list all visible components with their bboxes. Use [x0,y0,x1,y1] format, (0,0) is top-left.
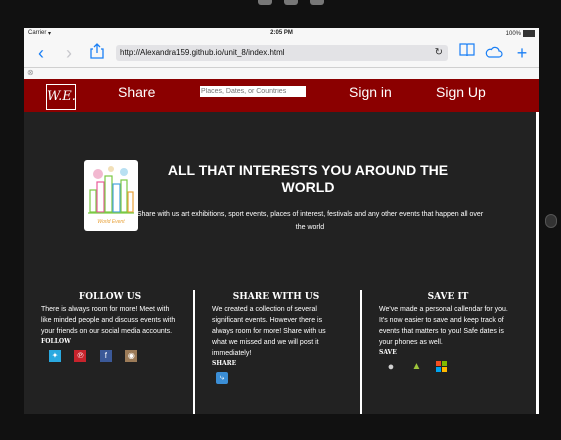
reload-icon[interactable]: ↻ [435,45,443,61]
screen: Carrier ▾ 2:05 PM 100% ‹ › http://Alexan… [24,28,539,414]
share-with-us-heading: SHARE WITH US [232,292,320,302]
browser-toolbar: ‹ › http://Alexandra159.github.io/unit_8… [24,39,539,68]
save-label: SAVE [379,349,397,356]
tab-strip: ⊗ [24,68,539,79]
follow-us-text: There is always room for more! Meet with… [41,306,176,335]
share-sheet-icon[interactable] [88,43,106,63]
status-bar: Carrier ▾ 2:05 PM 100% [24,28,539,39]
close-tab-icon[interactable]: ⊗ [27,68,34,77]
social-icons: ✦ ℗ f ◉ [41,350,179,364]
hero-subtitle: Share with us art exhibitions, sport eve… [136,211,484,231]
column-divider [193,290,195,414]
share-icon[interactable]: ⤷ [216,372,228,384]
save-it-text: We've made a personal callendar for you.… [379,306,508,346]
search-input[interactable] [200,86,306,97]
world-event-image: World Event [84,160,138,231]
share-label: SHARE [212,360,237,367]
apple-icon[interactable]: ● [385,361,397,373]
share-with-us-text: We created a collection of several signi… [212,306,326,357]
nav-share-link[interactable]: Share [118,84,155,100]
save-it-column: SAVE IT We've made a personal callendar … [379,292,517,375]
instagram-icon[interactable]: ◉ [125,350,138,362]
platform-icons: ● ▲ [379,361,517,375]
battery-icon [523,30,535,37]
image-caption: World Event [97,219,125,225]
column-divider [360,290,362,414]
share-icons: ⤷ [212,372,340,386]
hero-title: ALL THAT INTERESTS YOU AROUND THE WORLD [167,162,449,195]
save-it-heading: SAVE IT [427,292,469,302]
address-bar[interactable]: http://Alexandra159.github.io/unit_8/ind… [116,45,448,61]
pinterest-icon[interactable]: ℗ [74,350,87,362]
battery-percent: 100% [505,31,521,38]
share-with-us-column: SHARE WITH US We created a collection of… [212,292,340,386]
bookmarks-icon[interactable] [458,43,476,63]
status-time: 2:05 PM [270,30,293,36]
site-navbar: W.E. Share Sign in Sign Up [24,79,539,112]
nav-signin-link[interactable]: Sign in [349,84,392,100]
follow-us-heading: FOLLOW US [78,292,142,302]
new-tab-icon[interactable]: + [514,43,530,63]
forward-icon[interactable]: › [62,43,76,63]
facebook-icon[interactable]: f [99,350,112,362]
home-button[interactable] [545,214,557,228]
android-icon[interactable]: ▲ [410,361,422,373]
back-icon[interactable]: ‹ [34,43,48,63]
icloud-tabs-icon[interactable] [484,43,504,63]
page-content: World Event ALL THAT INTERESTS YOU AROUN… [24,112,536,414]
battery-indicator: 100% [506,30,535,37]
twitter-icon[interactable]: ✦ [49,350,61,362]
windows-icon[interactable] [435,361,448,373]
device-top-buttons [250,0,340,6]
url-text: http://Alexandra159.github.io/unit_8/ind… [120,48,285,57]
nav-signup-link[interactable]: Sign Up [436,84,486,100]
page-scroll-edge [536,112,539,414]
follow-us-column: FOLLOW US There is always room for more!… [41,292,179,364]
follow-label: FOLLOW [41,338,71,345]
ipad-frame: Carrier ▾ 2:05 PM 100% ‹ › http://Alexan… [0,0,561,440]
site-logo[interactable]: W.E. [46,84,76,110]
